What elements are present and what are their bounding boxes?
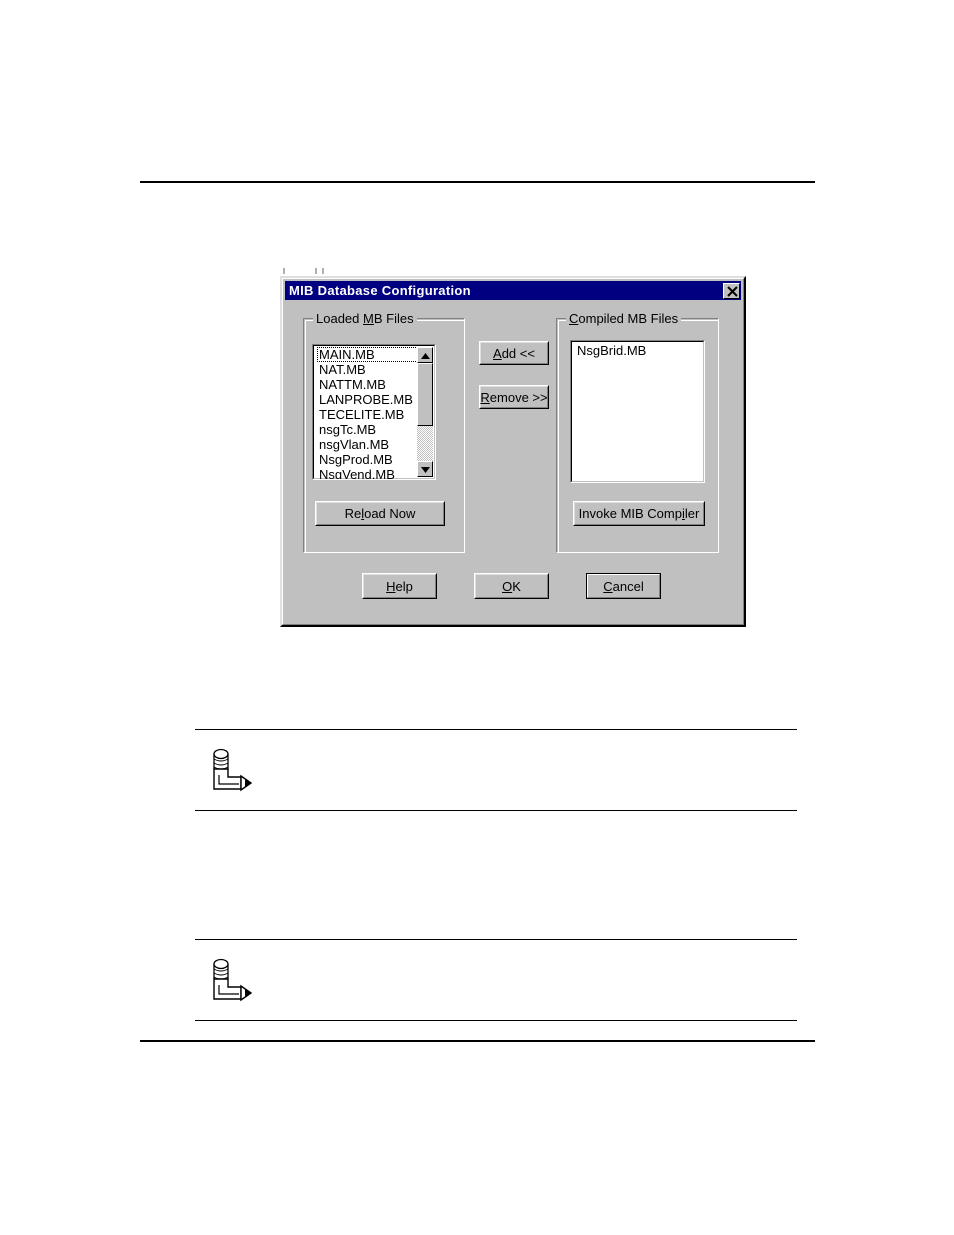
ok-button[interactable]: OK <box>474 573 549 599</box>
scan-artifact <box>315 268 317 274</box>
label-accel-char: C <box>603 578 613 594</box>
loaded-list-scrollbar[interactable] <box>417 347 433 477</box>
label-text-after: K <box>512 578 521 594</box>
note-callout-box <box>195 729 797 811</box>
help-button[interactable]: Help <box>362 573 437 599</box>
label-accel-char: M <box>363 311 374 326</box>
scrollbar-thumb[interactable] <box>417 363 433 426</box>
dialog-title: MIB Database Configuration <box>289 283 471 298</box>
label-text-after: B Files <box>373 311 414 326</box>
loaded-mib-files-listbox[interactable]: MAIN.MB NAT.MB NATTM.MB LANPROBE.MB TECE… <box>312 344 436 480</box>
cancel-button-label: Cancel <box>603 579 643 594</box>
label-text-after: ler <box>684 506 700 521</box>
help-button-label: Help <box>386 579 413 594</box>
listbox-inner-frame: NsgBrid.MB <box>571 341 704 482</box>
label-text-after: oad Now <box>364 506 416 521</box>
compiled-mib-files-listbox[interactable]: NsgBrid.MB <box>570 340 705 483</box>
page-bottom-rule <box>140 1040 815 1042</box>
compiled-mib-files-label: Compiled MB Files <box>566 311 682 326</box>
invoke-mib-compiler-button[interactable]: Invoke MIB Compiler <box>573 501 705 526</box>
label-text-before: Invoke MIB Comp <box>578 506 682 521</box>
scan-artifact <box>322 268 324 274</box>
label-accel-char: C <box>569 311 579 326</box>
reload-now-button[interactable]: Reload Now <box>315 501 445 526</box>
scroll-up-icon[interactable] <box>417 347 433 363</box>
scrollbar-trough[interactable] <box>417 363 433 461</box>
listbox-inner-frame: MAIN.MB NAT.MB NATTM.MB LANPROBE.MB TECE… <box>313 345 435 479</box>
list-item[interactable]: NsgBrid.MB <box>575 343 703 358</box>
scroll-down-icon[interactable] <box>417 461 433 477</box>
add-button[interactable]: Add << <box>479 341 549 365</box>
label-text-after: ompiled MB Files <box>578 311 679 326</box>
label-text-before: Loaded <box>316 311 363 326</box>
loaded-mib-files-label: Loaded MB Files <box>313 311 417 326</box>
label-text-after: dd << <box>501 345 535 361</box>
label-text-after: emove >> <box>489 389 548 405</box>
note-callout-box <box>195 939 797 1021</box>
page-top-rule <box>140 181 815 183</box>
scan-artifact <box>283 268 285 274</box>
label-accel-char: H <box>386 578 396 594</box>
remove-button-label: Remove >> <box>480 390 547 405</box>
pencil-note-icon <box>205 955 257 1007</box>
compiled-mib-files-list[interactable]: NsgBrid.MB <box>575 343 703 358</box>
add-button-label: Add << <box>493 346 535 361</box>
label-accel-char: O <box>502 578 513 594</box>
close-icon[interactable] <box>723 282 740 299</box>
list-item[interactable]: MAIN.MB <box>317 347 424 362</box>
ok-button-label: OK <box>502 579 521 594</box>
remove-button[interactable]: Remove >> <box>479 385 549 409</box>
label-accel-char: A <box>493 345 502 361</box>
label-text-before: Re <box>344 506 362 521</box>
reload-now-label: Reload Now <box>345 506 416 521</box>
mib-database-configuration-dialog: MIB Database Configuration Loaded MB Fil… <box>280 276 746 627</box>
invoke-mib-compiler-label: Invoke MIB Compiler <box>579 506 700 521</box>
dialog-title-bar[interactable]: MIB Database Configuration <box>285 281 741 300</box>
label-text-after: ancel <box>612 578 644 594</box>
label-text-after: elp <box>395 578 413 594</box>
pencil-note-icon <box>205 745 257 797</box>
label-accel-char: R <box>480 389 490 405</box>
cancel-button[interactable]: Cancel <box>586 573 661 599</box>
